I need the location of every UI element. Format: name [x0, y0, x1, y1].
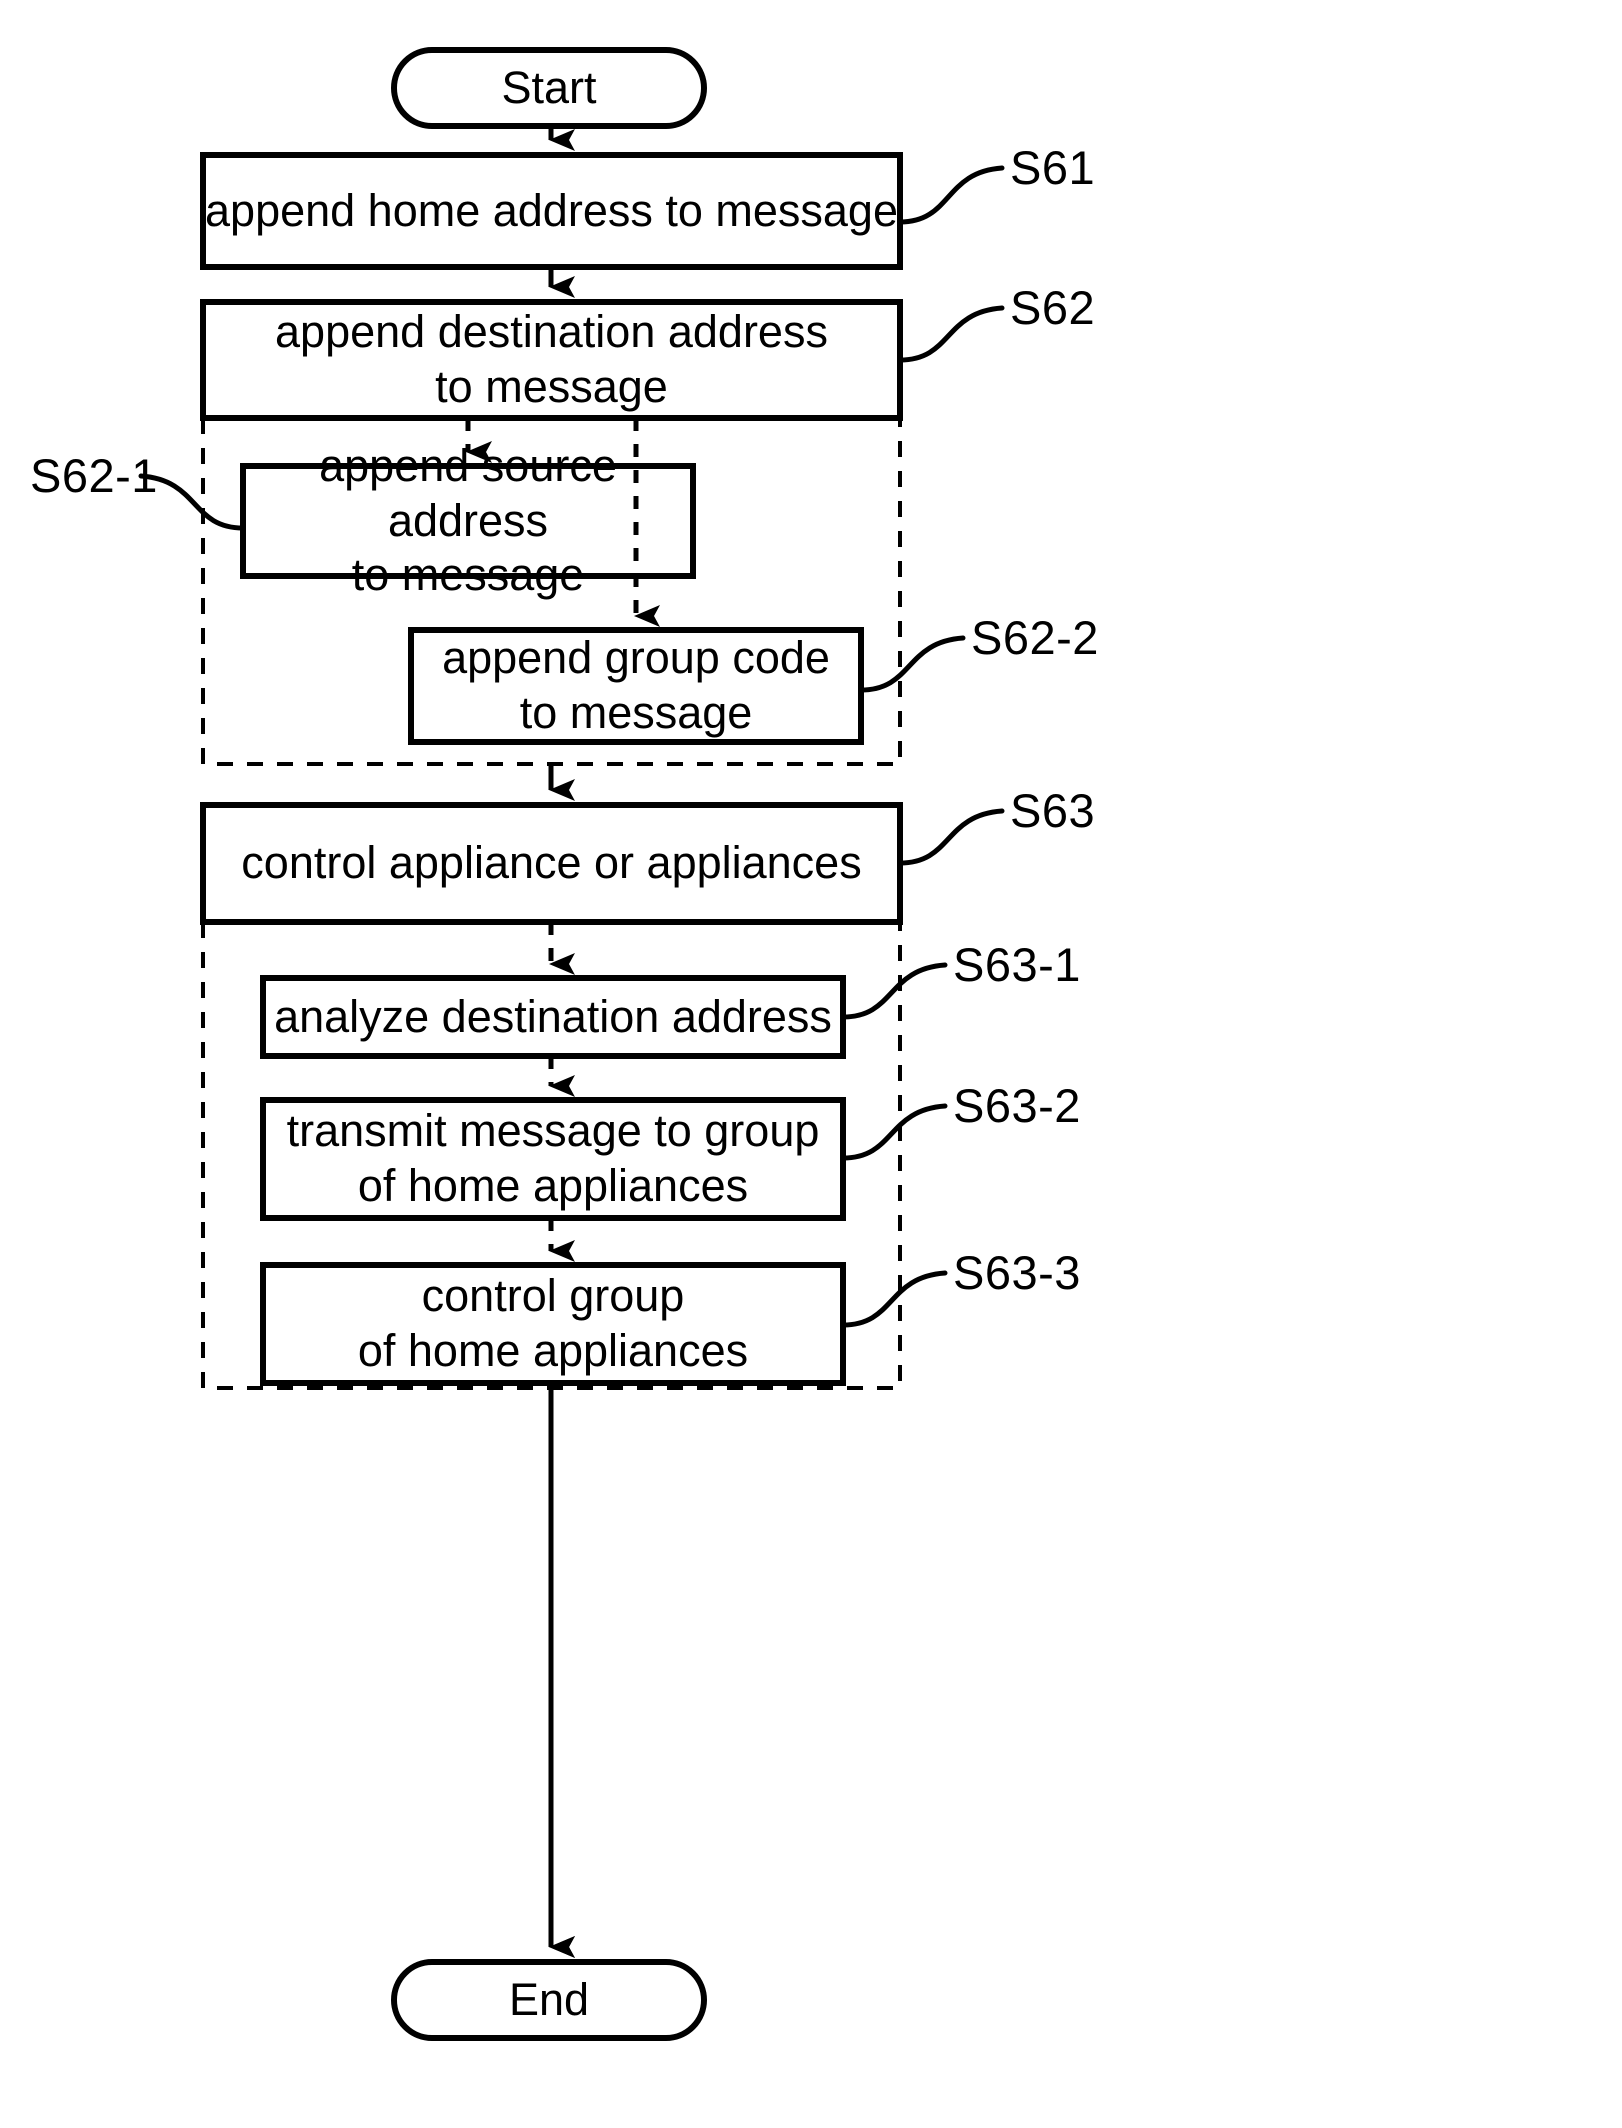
- ref-label-s63-2: S63-2: [953, 1079, 1081, 1132]
- leader-s62: [897, 305, 1005, 363]
- process-box-s61: [200, 152, 903, 270]
- leader-s63-3: [840, 1270, 948, 1328]
- ref-label-s63: S63: [1010, 784, 1096, 837]
- process-box-s63-3: [260, 1262, 846, 1386]
- ref-label-s62-2: S62-2: [971, 611, 1099, 664]
- flowchart-canvas: Start End append home address to message…: [0, 0, 1622, 2128]
- process-box-s63: [200, 802, 903, 925]
- leader-s63: [897, 808, 1005, 866]
- leader-s63-1: [840, 962, 948, 1020]
- process-box-s63-1: [260, 975, 846, 1059]
- flowchart-vector-layer: [138, 47, 1005, 2041]
- ref-label-s61: S61: [1010, 141, 1096, 194]
- process-box-s62-2: [408, 627, 864, 745]
- process-box-s63-2: [260, 1097, 846, 1221]
- leader-s62-2: [858, 635, 966, 693]
- process-box-s62: [200, 299, 903, 421]
- leader-s63-2: [840, 1103, 948, 1161]
- process-box-s62-1: [240, 463, 696, 579]
- ref-label-s62-1: S62-1: [30, 449, 158, 502]
- ref-label-s62: S62: [1010, 281, 1096, 334]
- start-terminal-shape: [391, 47, 707, 129]
- ref-label-s63-3: S63-3: [953, 1246, 1081, 1299]
- ref-label-s63-1: S63-1: [953, 938, 1081, 991]
- leader-s61: [897, 165, 1005, 225]
- end-terminal-shape: [391, 1959, 707, 2041]
